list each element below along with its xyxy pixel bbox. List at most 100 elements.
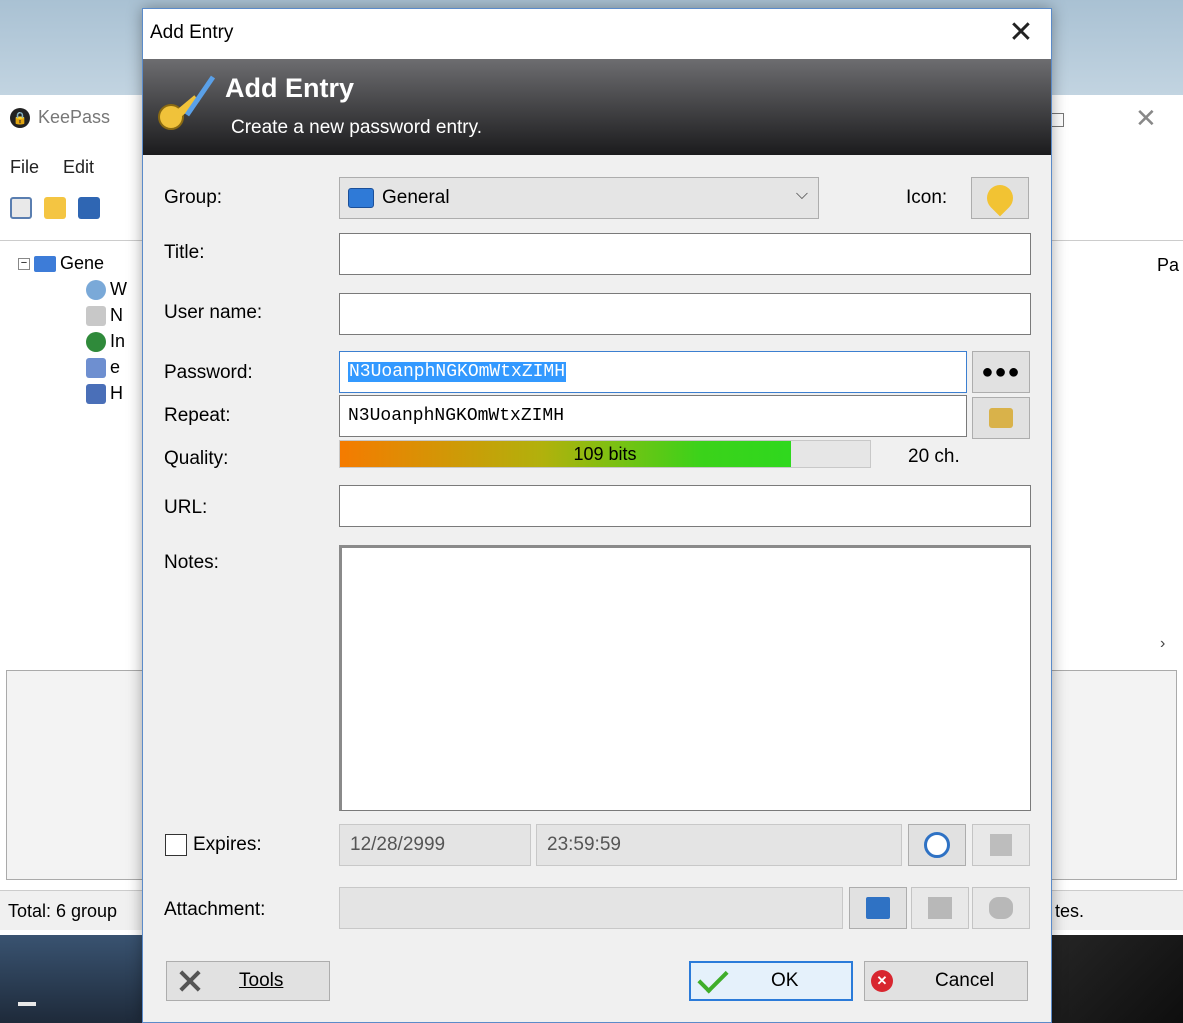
clock-icon <box>924 832 950 858</box>
network-group-icon <box>86 305 106 326</box>
maximize-icon[interactable] <box>1050 113 1064 127</box>
password-input[interactable]: N3UoanphNGKOmWtxZIMH <box>339 351 967 393</box>
folder-icon <box>348 188 374 208</box>
save-attachment-button[interactable] <box>911 887 969 929</box>
main-menu-bar: File Edit <box>10 157 94 178</box>
status-text-right: tes. <box>1055 901 1085 921</box>
cancel-icon: ✕ <box>871 970 893 992</box>
open-attachment-icon <box>866 897 890 919</box>
tree-item-email[interactable]: e <box>86 357 120 378</box>
quality-bits-text: 109 bits <box>573 444 637 464</box>
checkmark-icon <box>697 962 729 994</box>
cancel-button[interactable]: ✕ Cancel <box>864 961 1028 1001</box>
menu-file[interactable]: File <box>10 157 39 178</box>
internet-group-icon <box>86 331 106 352</box>
quality-label: Quality: <box>164 448 229 469</box>
expiry-presets-button[interactable] <box>908 824 966 866</box>
delete-attachment-icon <box>989 897 1013 919</box>
expires-checkbox[interactable] <box>165 834 187 856</box>
tree-item-label: Gene <box>60 253 105 273</box>
url-input[interactable] <box>339 485 1031 527</box>
group-label: Group: <box>164 187 223 208</box>
group-select[interactable]: General ⌵ <box>339 177 819 219</box>
desktop-dash <box>18 1002 36 1006</box>
attachment-label: Attachment: <box>164 899 266 920</box>
dialog-banner: Add Entry Create a new password entry. <box>143 59 1051 155</box>
dialog-title: Add Entry <box>150 22 234 43</box>
calendar-icon <box>990 834 1012 856</box>
title-label: Title: <box>164 242 205 263</box>
dialog-titlebar: Add Entry ✕ <box>143 9 1051 59</box>
cancel-button-label: Cancel <box>935 970 995 991</box>
tree-item-windows[interactable]: W <box>86 279 127 300</box>
dots-icon: ●●● <box>981 360 1021 383</box>
main-close-icon[interactable]: ✕ <box>1135 103 1157 134</box>
tree-item-label: N <box>110 305 123 325</box>
email-group-icon <box>86 357 106 378</box>
main-window-title-text: KeePass <box>38 107 111 127</box>
url-label: URL: <box>164 497 208 518</box>
save-attachment-icon <box>928 897 952 919</box>
attachment-input[interactable] <box>339 887 843 929</box>
password-generator-icon <box>989 408 1013 428</box>
keepass-logo-icon: 🔒 <box>10 107 30 128</box>
tree-item-label: In <box>110 331 126 351</box>
main-window-title: 🔒 KeePass <box>10 107 110 128</box>
entry-list[interactable] <box>1050 240 1183 660</box>
tree-item-label: W <box>110 279 127 299</box>
new-database-icon[interactable] <box>10 197 32 219</box>
save-database-icon[interactable] <box>78 197 100 219</box>
scroll-right-icon[interactable]: › <box>1160 635 1165 653</box>
dialog-close-button[interactable]: ✕ <box>1001 15 1041 53</box>
notes-label: Notes: <box>164 552 219 573</box>
delete-attachment-button[interactable] <box>972 887 1030 929</box>
generate-password-button[interactable] <box>972 397 1030 439</box>
tools-button[interactable]: Tools <box>166 961 330 1001</box>
tree-item-internet[interactable]: In <box>86 331 125 352</box>
menu-edit[interactable]: Edit <box>63 157 94 178</box>
tree-item-label: H <box>110 383 123 403</box>
main-toolbar <box>10 197 100 219</box>
expiry-date-input[interactable]: 12/28/2999 <box>339 824 531 866</box>
tools-button-label: Tools <box>239 970 284 991</box>
expires-label[interactable]: Expires: <box>193 834 262 856</box>
banner-subtitle: Create a new password entry. <box>231 117 482 138</box>
icon-picker-button[interactable] <box>971 177 1029 219</box>
password-quality-bar: 109 bits <box>339 440 871 468</box>
expiry-calendar-button[interactable] <box>972 824 1030 866</box>
ok-button[interactable]: OK <box>689 961 853 1001</box>
notes-textarea[interactable] <box>339 545 1031 811</box>
status-text-left: Total: 6 group <box>8 901 118 921</box>
percent-group-icon <box>86 383 106 404</box>
group-select-value: General <box>382 187 450 208</box>
tree-item-root[interactable]: − Gene <box>18 253 104 274</box>
password-label: Password: <box>164 362 253 383</box>
add-entry-dialog: Add Entry ✕ Add Entry Create a new passw… <box>142 8 1052 1023</box>
title-input[interactable] <box>339 233 1031 275</box>
key-icon <box>981 179 1019 217</box>
attach-file-button[interactable] <box>849 887 907 929</box>
tree-item-homebanking[interactable]: H <box>86 383 123 404</box>
key-pen-icon <box>158 75 216 130</box>
ok-button-label: OK <box>771 970 799 991</box>
tree-item-network[interactable]: N <box>86 305 123 326</box>
username-input[interactable] <box>339 293 1031 335</box>
repeat-label: Repeat: <box>164 405 231 426</box>
open-database-icon[interactable] <box>44 197 66 219</box>
quality-chars-text: 20 ch. <box>908 446 960 467</box>
expiry-time-input[interactable]: 23:59:59 <box>536 824 902 866</box>
tools-icon <box>177 968 203 994</box>
repeat-password-input[interactable]: N3UoanphNGKOmWtxZIMH <box>339 395 967 437</box>
show-password-button[interactable]: ●●● <box>972 351 1030 393</box>
list-column-header[interactable]: Pa <box>1157 255 1179 276</box>
tree-item-label: e <box>110 357 121 377</box>
icon-label: Icon: <box>906 187 948 208</box>
chevron-down-icon: ⌵ <box>795 186 808 203</box>
group-tree: − Gene W N In e H <box>0 240 145 660</box>
tree-collapse-icon[interactable]: − <box>18 257 30 270</box>
username-label: User name: <box>164 302 263 323</box>
folder-icon <box>34 255 56 272</box>
banner-title: Add Entry <box>225 73 355 103</box>
windows-group-icon <box>86 279 106 300</box>
password-input-value: N3UoanphNGKOmWtxZIMH <box>348 362 567 382</box>
